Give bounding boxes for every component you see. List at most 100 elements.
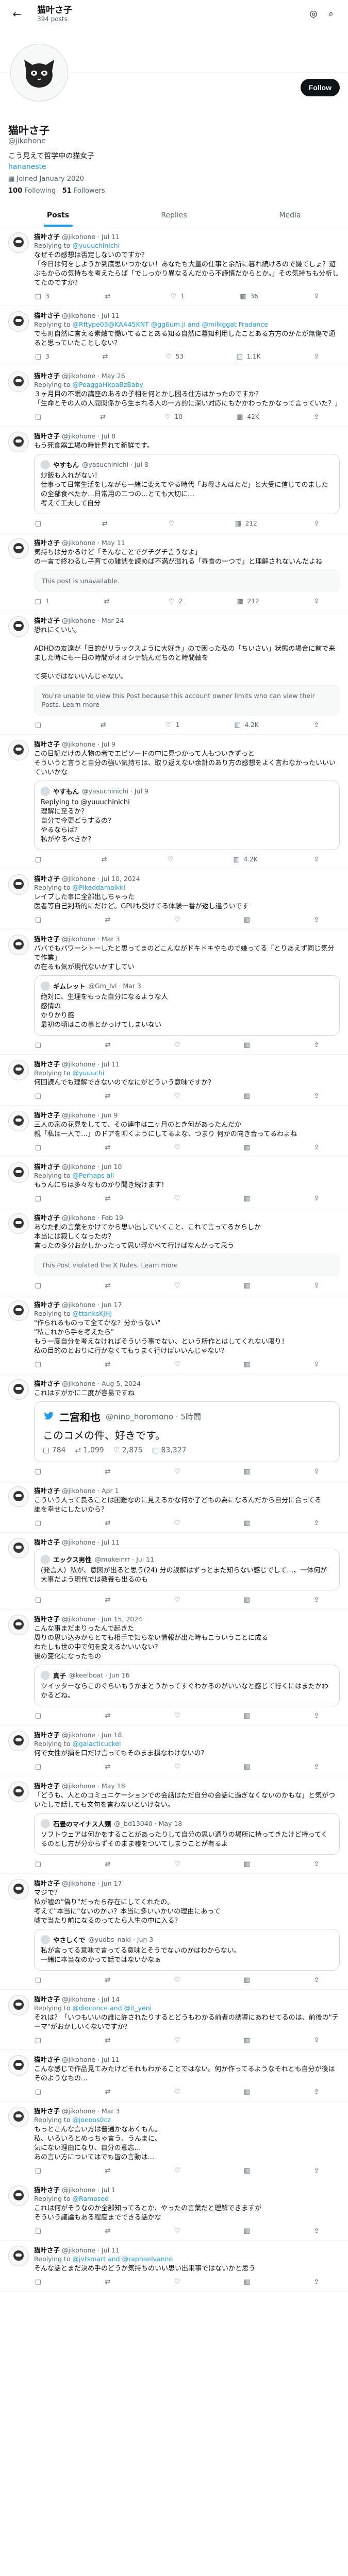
rt-button[interactable]: ⇄ [104,1975,115,1985]
reply-button[interactable]: ▢ [34,1761,45,1772]
tweet-author-name[interactable]: 猫叶さ子 [34,935,60,943]
like-button[interactable]: ♡ [173,1518,185,1528]
profile-avatar[interactable] [8,42,70,104]
view-button[interactable]: ▥ 36 [239,291,258,301]
following-label[interactable]: Following [24,187,56,195]
view-button[interactable]: ▥ [243,2165,254,2176]
tweet-avatar[interactable] [8,2246,29,2266]
tweet-author-name[interactable]: 猫叶さ子 [34,1615,60,1623]
share-button[interactable]: ⇪ [312,2165,321,2176]
tweet-avatar[interactable] [8,432,29,452]
rt-button[interactable]: ⇄ [104,1193,115,1204]
rt-button[interactable]: ⇄ [104,1518,115,1528]
reply-button[interactable]: ▢ [34,2226,45,2236]
like-button[interactable]: ♡ [173,1595,185,1605]
tweet-author-name[interactable]: 猫叶さ子 [34,2186,60,2194]
rt-button[interactable]: ⇄ [104,1595,115,1605]
view-button[interactable]: ▥ 212 [236,596,259,606]
view-button[interactable]: ▥ [243,2087,254,2097]
reply-button[interactable]: ▢ [34,1975,45,1985]
reply-button[interactable]: ▢ [34,412,45,422]
tab-media[interactable]: Media [232,203,348,227]
tweet[interactable]: 猫叶さ子 @jikohone · Jul 11 Replying to @jvts… [0,2241,348,2292]
rt-button[interactable]: ⇄ [104,1466,115,1477]
rt-button[interactable]: ⇄ [104,1280,115,1291]
tweet[interactable]: 猫叶さ子 @jikohone · Feb 19 あなた側の言葉をかけてから思い出し… [0,1208,348,1295]
rt-button[interactable]: ⇄ [104,1142,115,1153]
tweet-author-name[interactable]: 猫叶さ子 [34,617,60,624]
rt-button[interactable]: ⇄ [104,2277,115,2287]
reply-to-link[interactable]: @PeaggaHkpaBzBaby [72,381,143,388]
tweet[interactable]: 猫叶さ子 @jikohone · May 26 Replying to @Peag… [0,366,348,427]
rt-button[interactable]: ⇄ [104,2226,115,2236]
rt-button[interactable]: ⇄ [103,596,114,606]
share-button[interactable]: ⇪ [312,2087,321,2097]
share-button[interactable]: ⇪ [312,2226,321,2236]
reply-button[interactable]: ▢ [34,854,45,865]
tweet-avatar[interactable] [8,2185,29,2206]
like-button[interactable]: ♡ 1 [169,291,185,301]
like-button[interactable]: ♡ [173,2087,185,2097]
tweet-author-name[interactable]: 猫叶さ子 [34,1879,60,1887]
like-button[interactable]: ♡ [173,1359,185,1369]
tweet-author-name[interactable]: 猫叶さ子 [34,2107,60,2115]
tweet[interactable]: 猫叶さ子 @jikohone · Jul 14 Replying to @dioc… [0,1990,348,2050]
reply-button[interactable]: ▢ [34,1466,45,1477]
reply-to-link[interactable]: @jvtsmart and @raphaelvanne [72,2255,173,2263]
search-icon[interactable]: ⌕ [322,5,340,23]
tweet[interactable]: 猫叶さ子 @jikohone · Jun 10 Replying to @Perh… [0,1157,348,1208]
share-button[interactable]: ⇪ [312,1595,321,1605]
like-button[interactable]: ♡ [173,1142,185,1153]
reply-button[interactable]: ▢ [34,914,45,925]
followers-count[interactable]: 51 [62,187,72,195]
view-button[interactable]: ▥ [243,1761,254,1772]
reply-button[interactable]: ▢ [34,1710,45,1721]
rt-button[interactable]: ⇄ [101,518,112,529]
share-button[interactable]: ⇪ [312,412,321,422]
embedded-reply[interactable]: ▢ 784 [43,1446,65,1454]
like-button[interactable]: ♡ [173,1859,185,1869]
reply-button[interactable]: ▢ [34,1359,45,1369]
view-button[interactable]: ▥ 42K [236,412,259,422]
view-button[interactable]: ▥ [243,1466,254,1477]
reply-button[interactable]: ▢ 3 [34,351,49,362]
tweet-avatar[interactable] [8,311,29,332]
rt-button[interactable]: ⇄ [104,1761,115,1772]
view-button[interactable]: ▥ [243,1710,254,1721]
embedded-rt[interactable]: ⇄ 1,099 [75,1446,104,1454]
like-button[interactable]: ♡ [173,2226,185,2236]
view-button[interactable]: ▥ [243,2277,254,2287]
tweet-author-name[interactable]: 猫叶さ子 [34,1538,60,1546]
quoted-post[interactable]: エックス男性 @mukeinrr · Jul 11 (発言人）私が、意図が出ると思う… [34,1549,340,1590]
rt-button[interactable]: ⇄ [104,2087,115,2097]
rt-button[interactable]: ⇄ [104,1040,115,1050]
share-button[interactable]: ⇪ [312,291,321,301]
share-button[interactable]: ⇪ [312,1466,321,1477]
like-button[interactable]: ♡ [173,1466,185,1477]
tweet[interactable]: 猫叶さ子 @jikohone · Jul 11 Replying to @yuuu… [0,1055,348,1106]
tweet-avatar[interactable] [8,1731,29,1751]
rt-button[interactable]: ⇄ [104,1359,115,1369]
like-button[interactable]: ♡ 2 [168,596,183,606]
embedded-view[interactable]: ▥ 83,327 [152,1446,187,1454]
quoted-post[interactable]: ギムレット @Gm_lvl · Mar 3 絶対に、生理をもった自分になるような人 … [34,975,340,1036]
tab-posts[interactable]: Posts [0,203,116,227]
view-button[interactable]: ▥ [243,1359,254,1369]
like-button[interactable]: ♡ [173,1091,185,1101]
back-arrow-icon[interactable]: ← [8,5,26,23]
reply-button[interactable]: ▢ 3 [34,291,49,301]
like-button[interactable]: ♡ [173,2035,185,2045]
view-button[interactable]: ▥ [243,1280,254,1291]
tweet-author-name[interactable]: 猫叶さ子 [34,233,60,241]
share-button[interactable]: ⇪ [312,1359,321,1369]
tweet-avatar[interactable] [8,538,29,559]
reply-to-link[interactable]: @Rftype03@KAA45KNT @gg6um.jl and @milkgg… [72,320,268,328]
reply-button[interactable]: ▢ [34,1193,45,1204]
like-button[interactable]: ♡ [173,1040,185,1050]
rt-button[interactable]: ⇄ [104,1710,115,1721]
like-button[interactable]: ♡ 1 [164,720,179,730]
view-button[interactable]: ▥ [243,2226,254,2236]
share-button[interactable]: ⇪ [312,1975,321,1985]
reply-button[interactable]: ▢ [34,2277,45,2287]
tweet[interactable]: 猫叶さ子 @jikohone · Mar 24 恐れにくいい。 ADHDの友達が「… [0,611,348,735]
